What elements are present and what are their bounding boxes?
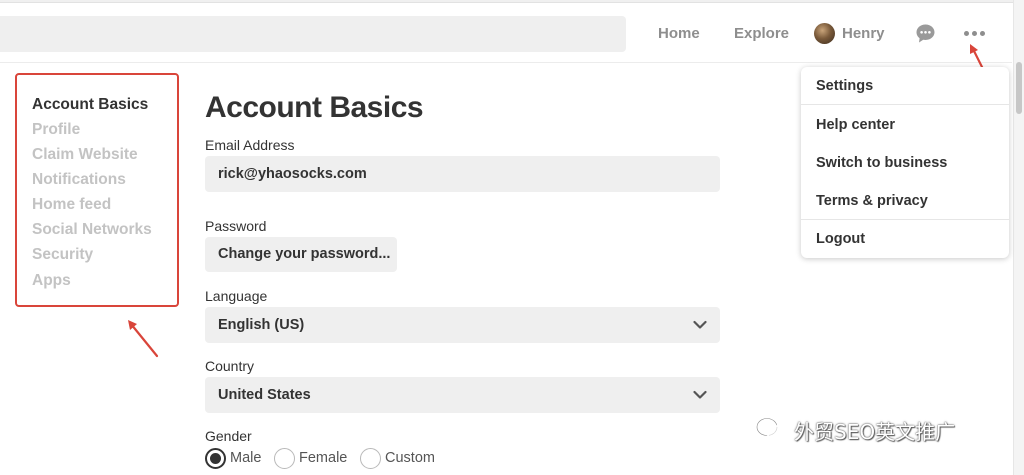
country-label: Country <box>205 358 255 374</box>
nav-user-link[interactable]: Henry <box>842 25 885 42</box>
language-label: Language <box>205 288 268 304</box>
more-options-icon[interactable] <box>964 31 986 37</box>
sidebar-item-claim-website[interactable]: Claim Website <box>32 146 138 164</box>
watermark-text: 外贸SEO英文推广 <box>794 419 956 444</box>
menu-divider <box>801 219 1009 220</box>
header-divider <box>0 62 1012 63</box>
sidebar-item-home-feed[interactable]: Home feed <box>32 196 111 214</box>
watermark: 外贸SEO英文推广 <box>756 414 955 446</box>
wechat-logo-icon <box>756 417 786 441</box>
email-field[interactable]: rick@yhaosocks.com <box>205 156 720 192</box>
gender-label: Gender <box>205 428 252 444</box>
annotation-arrow-sidebar <box>128 320 159 358</box>
sidebar-item-social-networks[interactable]: Social Networks <box>32 221 152 239</box>
language-select[interactable]: English (US) <box>205 307 720 343</box>
nav-explore-link[interactable]: Explore <box>734 25 789 42</box>
sidebar-item-notifications[interactable]: Notifications <box>32 171 126 189</box>
menu-item-help-center[interactable]: Help center <box>816 117 895 133</box>
scrollbar[interactable] <box>1013 0 1024 475</box>
menu-item-terms-privacy[interactable]: Terms & privacy <box>816 193 928 209</box>
menu-item-logout[interactable]: Logout <box>816 231 865 247</box>
radio-custom[interactable] <box>360 447 381 469</box>
gender-option-custom[interactable]: Custom <box>360 446 435 470</box>
email-label: Email Address <box>205 137 295 153</box>
country-value: United States <box>218 387 311 403</box>
sidebar-item-security[interactable]: Security <box>32 246 93 264</box>
password-label: Password <box>205 218 267 234</box>
radio-label-male: Male <box>230 450 262 466</box>
chevron-down-icon <box>693 390 707 399</box>
menu-item-settings[interactable]: Settings <box>816 78 873 94</box>
search-input[interactable] <box>0 16 626 52</box>
radio-label-female: Female <box>299 450 348 466</box>
nav-home-link[interactable]: Home <box>658 25 700 42</box>
menu-divider <box>801 104 1009 105</box>
sidebar-item-account-basics[interactable]: Account Basics <box>32 96 148 114</box>
chat-bubble-icon[interactable] <box>915 23 936 44</box>
gender-option-male[interactable]: Male <box>205 446 261 470</box>
country-select[interactable]: United States <box>205 377 720 413</box>
sidebar-item-profile[interactable]: Profile <box>32 121 80 139</box>
language-value: English (US) <box>218 317 305 333</box>
chevron-down-icon <box>693 320 707 329</box>
more-options-menu: Settings Help center Switch to business … <box>801 67 1009 258</box>
sidebar-item-apps[interactable]: Apps <box>32 272 71 290</box>
window-top-edge <box>0 0 1024 3</box>
radio-female[interactable] <box>274 447 295 469</box>
menu-item-switch-to-business[interactable]: Switch to business <box>816 155 947 171</box>
scrollbar-thumb[interactable] <box>1016 62 1022 114</box>
avatar[interactable] <box>814 23 835 44</box>
change-password-button[interactable]: Change your password... <box>205 237 397 272</box>
radio-male[interactable] <box>205 447 226 469</box>
page-title: Account Basics <box>205 91 424 124</box>
gender-option-female[interactable]: Female <box>274 446 347 470</box>
radio-label-custom: Custom <box>385 450 435 466</box>
